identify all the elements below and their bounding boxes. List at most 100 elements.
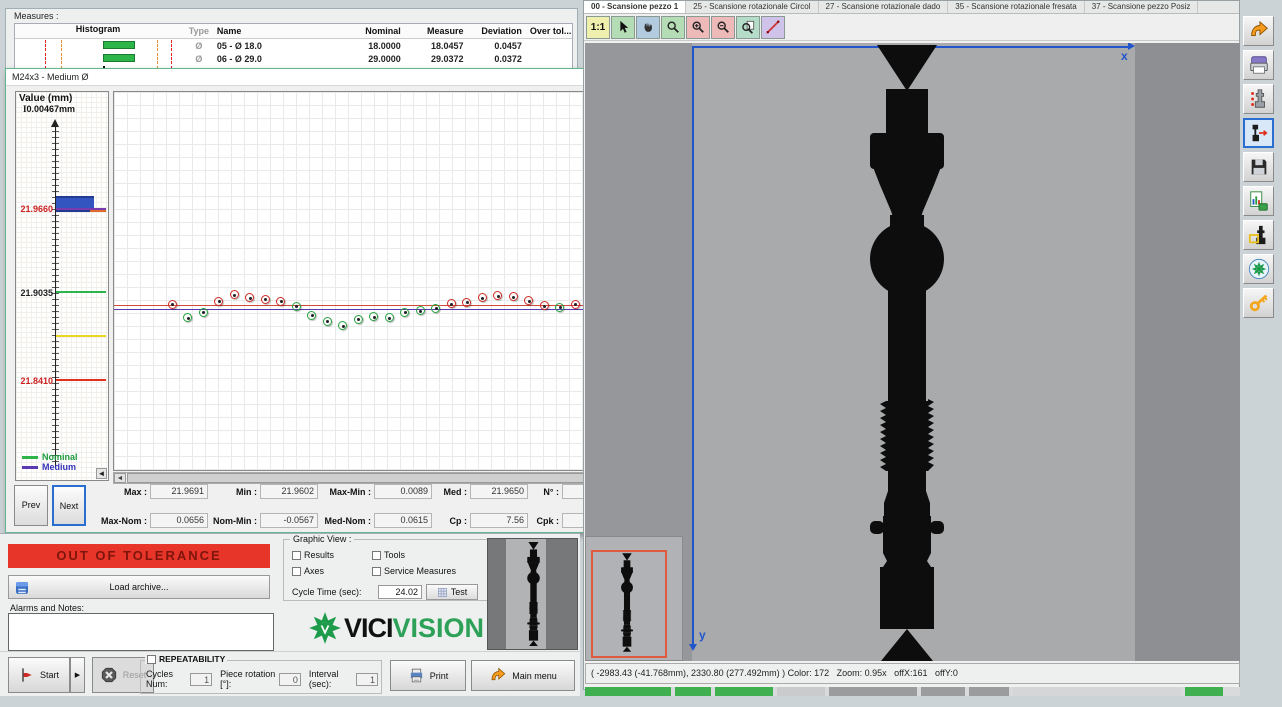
checkbox-results[interactable]: Results — [292, 550, 372, 560]
zoom-region-button[interactable] — [736, 16, 760, 39]
strip-segment — [675, 687, 711, 696]
measure-line-button[interactable] — [761, 16, 785, 39]
table-row[interactable]: Ø05 - Ø 18.018.000018.04570.0457 — [15, 39, 572, 52]
view-minimap[interactable] — [585, 536, 683, 661]
warning-line — [56, 335, 106, 337]
table-row[interactable]: Ø06 - Ø 29.029.000029.03720.0372 — [15, 52, 572, 65]
data-point — [462, 298, 471, 307]
print-preview-button[interactable] — [1243, 50, 1274, 80]
checkbox-axes[interactable]: Axes — [292, 566, 372, 576]
stat-value: 0.0615 — [374, 513, 432, 528]
part-setup-button[interactable] — [1243, 220, 1274, 250]
printer-purple-icon — [1248, 54, 1270, 76]
archive-icon — [13, 579, 31, 597]
data-point — [354, 315, 363, 324]
stat-nom-min-: Nom-Min :-0.0567 — [208, 513, 318, 528]
axis-scroll-left-icon[interactable]: ◄ — [96, 468, 107, 479]
data-point — [199, 308, 208, 317]
histogram-cell — [15, 52, 181, 65]
stat-label: Nom-Min : — [208, 516, 260, 526]
prev-button[interactable]: Prev — [14, 485, 48, 526]
checkbox-icon[interactable] — [372, 567, 381, 576]
data-point — [400, 308, 409, 317]
measures-table[interactable]: HistogramTypeNameNominalMeasureDeviation… — [14, 23, 573, 69]
tolerance-dash — [45, 53, 46, 64]
back-arrow-button[interactable] — [1243, 16, 1274, 46]
checkbox-service-measures[interactable]: Service Measures — [372, 566, 482, 576]
part-view[interactable]: x y — [585, 43, 1240, 661]
report-button[interactable] — [1243, 186, 1274, 216]
stat-value: 0.0089 — [374, 484, 432, 499]
test-button[interactable]: Test — [426, 584, 478, 600]
cycle-time-value[interactable]: 24.02 — [378, 585, 422, 599]
start-button[interactable]: Start — [8, 657, 70, 693]
data-point — [524, 296, 533, 305]
data-point — [292, 302, 301, 311]
main-menu-button[interactable]: Main menu — [471, 660, 575, 691]
stat-max-nom-: Max-Nom :0.0656 — [98, 513, 208, 528]
tab-27[interactable]: 27 - Scansione rotazionale dado — [819, 1, 949, 13]
key-button[interactable] — [1243, 288, 1274, 318]
data-point — [369, 312, 378, 321]
report-printer-icon — [1248, 190, 1270, 212]
cursor-button[interactable] — [611, 16, 635, 39]
reset-icon — [100, 666, 118, 684]
start-options-button[interactable]: ▶ — [70, 657, 85, 693]
checkbox-icon[interactable] — [292, 551, 301, 560]
bottom-strip — [585, 687, 1240, 696]
view-right-strip — [1135, 43, 1240, 661]
part-program-button[interactable] — [1243, 84, 1274, 114]
print-button[interactable]: Print — [390, 660, 466, 691]
column-header: Measure — [401, 26, 464, 36]
field-value[interactable]: 1 — [356, 673, 378, 686]
vici-flower-icon — [1248, 258, 1270, 280]
axis-tick-label: 21.9035 — [17, 288, 53, 298]
x-axis-label: x — [1121, 49, 1128, 63]
checkbox-icon[interactable] — [147, 655, 156, 664]
scan-tabs: 00 - Scansione pezzo 125 - Scansione rot… — [584, 1, 1239, 14]
stat-label: Max-Nom : — [98, 516, 150, 526]
tolerance-dash — [171, 53, 172, 64]
save-button[interactable] — [1243, 152, 1274, 182]
legend-nominal: Nominal — [22, 452, 78, 462]
stat-min-: Min :21.9602 — [208, 484, 318, 499]
strip-segment — [829, 687, 917, 696]
data-point — [230, 290, 239, 299]
deviation-value: 0.0372 — [464, 54, 522, 64]
swoosh-arrow-icon — [1248, 20, 1270, 42]
zoom-button[interactable] — [661, 16, 685, 39]
checkbox-tools[interactable]: Tools — [372, 550, 482, 560]
view-status-bar: ( -2983.43 (-41.768mm), 2330.80 (277.492… — [585, 663, 1240, 684]
axis-line — [55, 126, 56, 466]
tab-37[interactable]: 37 - Scansione pezzo Posiz — [1085, 1, 1199, 13]
load-archive-button[interactable]: Load archive... — [8, 575, 270, 599]
data-point — [571, 300, 580, 309]
repeatability-checkbox[interactable]: REPEATABILITY — [145, 654, 227, 664]
scale-1-1-button[interactable]: 1:1 — [586, 16, 610, 39]
tab-25[interactable]: 25 - Scansione rotazionale Circol — [686, 1, 818, 13]
stat-value: 21.9650 — [470, 484, 528, 499]
data-point — [478, 293, 487, 302]
vici-logo-button[interactable] — [1243, 254, 1274, 284]
zoom-in-button[interactable] — [686, 16, 710, 39]
zoom-out-button[interactable] — [711, 16, 735, 39]
x-axis-arrow-icon — [1128, 43, 1135, 50]
field-value[interactable]: 1 — [190, 673, 212, 686]
data-point — [245, 293, 254, 302]
pan-hand-button[interactable] — [636, 16, 660, 39]
field-value[interactable]: 0 — [279, 673, 301, 686]
deviation-value: 0.0457 — [464, 41, 522, 51]
stat-label: N° : — [528, 487, 562, 497]
part-measure-button[interactable] — [1243, 118, 1274, 148]
column-header: Histogram — [15, 24, 181, 38]
checkbox-icon[interactable] — [292, 567, 301, 576]
tab-35[interactable]: 35 - Scansione rotazionale fresata — [948, 1, 1084, 13]
graphic-view-title: Graphic View : — [290, 534, 354, 544]
tab-00[interactable]: 00 - Scansione pezzo 1 — [584, 1, 686, 13]
key-icon — [1248, 292, 1270, 314]
alarms-notes-input[interactable] — [8, 613, 274, 651]
tolerance-dash — [61, 40, 62, 51]
next-button[interactable]: Next — [52, 485, 86, 526]
tolerance-dash — [157, 53, 158, 64]
checkbox-icon[interactable] — [372, 551, 381, 560]
